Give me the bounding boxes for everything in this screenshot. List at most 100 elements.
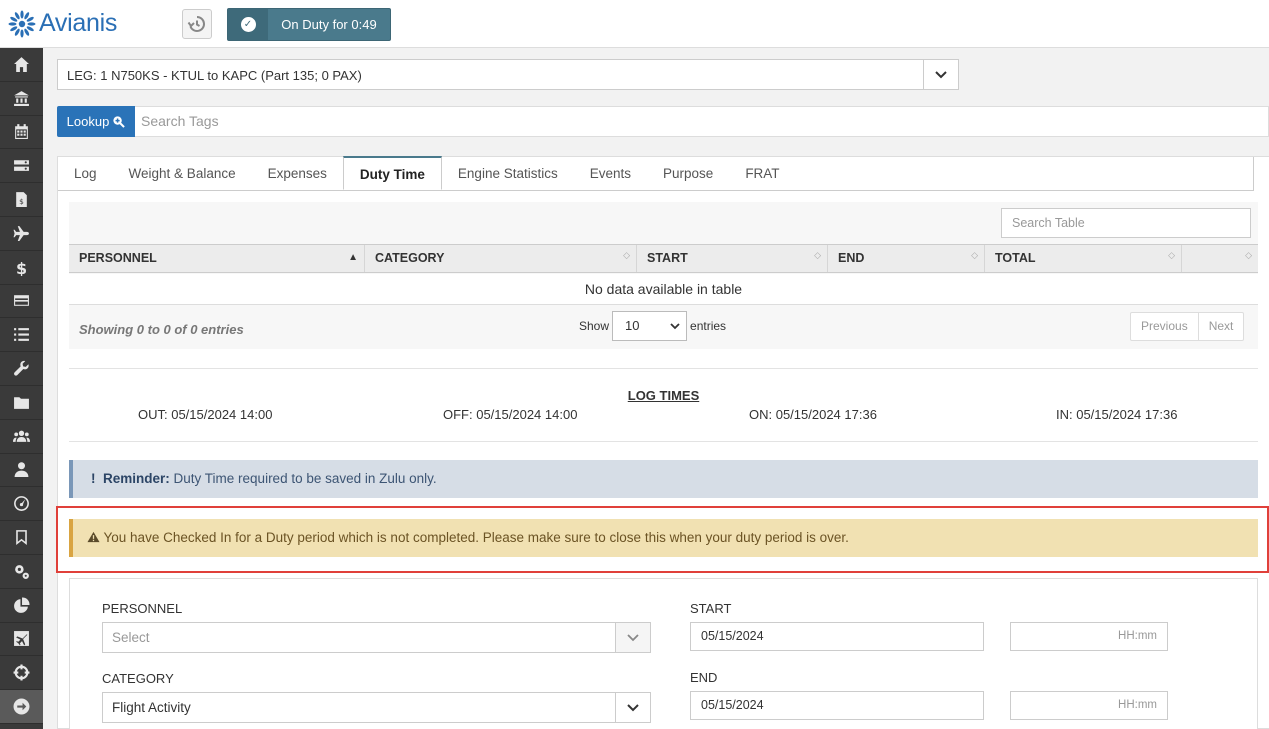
sidebar-item-bookmarks[interactable] bbox=[0, 521, 43, 555]
on-duty-button[interactable]: ✓ On Duty for 0:49 bbox=[227, 8, 391, 41]
log-times-section: LOG TIMES OUT: 05/15/2024 14:00 OFF: 05/… bbox=[69, 368, 1258, 442]
log-time-on: ON: 05/15/2024 17:36 bbox=[749, 407, 877, 422]
sidebar-item-profile[interactable] bbox=[0, 454, 43, 488]
tab-engine-statistics[interactable]: Engine Statistics bbox=[442, 157, 574, 190]
column-total[interactable]: TOTAL ◇ bbox=[985, 245, 1182, 272]
column-category[interactable]: CATEGORY ◇ bbox=[365, 245, 637, 272]
personnel-select[interactable]: Select bbox=[102, 622, 651, 653]
home-icon bbox=[14, 56, 29, 72]
table-header: PERSONNEL ▲ CATEGORY ◇ START ◇ END ◇ TOTAL ◇ … bbox=[69, 244, 1258, 273]
tab-expenses[interactable]: Expenses bbox=[252, 157, 343, 190]
sidebar-item-reports[interactable] bbox=[0, 589, 43, 623]
sidebar-item-maintenance[interactable] bbox=[0, 352, 43, 386]
sidebar-item-server[interactable] bbox=[0, 149, 43, 184]
chevron-down-icon bbox=[670, 312, 680, 340]
sidebar-item-payments[interactable] bbox=[0, 285, 43, 319]
tab-duty-time[interactable]: Duty Time bbox=[342, 156, 442, 190]
column-personnel[interactable]: PERSONNEL ▲ bbox=[69, 245, 365, 272]
sort-asc-icon: ▲ bbox=[348, 252, 358, 263]
folder-icon bbox=[14, 397, 29, 409]
user-icon bbox=[14, 462, 29, 478]
sidebar: $ $ bbox=[0, 48, 43, 729]
tab-frat[interactable]: FRAT bbox=[729, 157, 795, 190]
leg-select-value: LEG: 1 N750KS - KTUL to KAPC (Part 135; … bbox=[67, 68, 362, 83]
reminder-label: Reminder: bbox=[103, 471, 170, 486]
page-length-select[interactable]: 10 bbox=[612, 311, 688, 341]
brand-name: Avianis bbox=[39, 9, 118, 37]
duty-incomplete-warning: You have Checked In for a Duty period wh… bbox=[69, 519, 1258, 557]
log-time-in: IN: 05/15/2024 17:36 bbox=[1056, 407, 1178, 422]
tab-events[interactable]: Events bbox=[574, 157, 647, 190]
history-button[interactable] bbox=[182, 9, 212, 39]
sunburst-logo-icon bbox=[8, 10, 36, 37]
tab-bar: Log Weight & Balance Expenses Duty Time … bbox=[58, 156, 1254, 191]
dashboard-icon bbox=[14, 496, 29, 512]
sidebar-item-dashboard[interactable] bbox=[0, 487, 43, 522]
log-time-off: OFF: 05/15/2024 14:00 bbox=[443, 407, 578, 422]
sidebar-item-billing[interactable]: $ bbox=[0, 251, 43, 285]
end-time-input[interactable]: HH:mm bbox=[1010, 691, 1168, 720]
column-actions[interactable]: ◇ bbox=[1182, 245, 1258, 272]
logo[interactable]: Avianis bbox=[8, 9, 117, 38]
sidebar-item-locate[interactable] bbox=[0, 656, 43, 691]
main-content: LEG: 1 N750KS - KTUL to KAPC (Part 135; … bbox=[43, 48, 1269, 729]
sidebar-item-documents[interactable] bbox=[0, 386, 43, 420]
sidebar-item-invoices[interactable]: $ bbox=[0, 183, 43, 217]
top-bar: Avianis ✓ On Duty for 0:49 bbox=[0, 0, 1269, 48]
sort-icon: ◇ bbox=[971, 250, 978, 260]
category-label: CATEGORY bbox=[102, 671, 174, 686]
column-end[interactable]: END ◇ bbox=[828, 245, 985, 272]
history-icon bbox=[187, 16, 206, 32]
warning-text: You have Checked In for a Duty period wh… bbox=[103, 530, 849, 545]
search-tags-input[interactable]: Search Tags bbox=[135, 106, 1269, 137]
credit-card-icon bbox=[14, 295, 29, 307]
sidebar-item-flights[interactable] bbox=[0, 217, 43, 251]
sidebar-item-lists[interactable] bbox=[0, 318, 43, 353]
table-empty-message: No data available in table bbox=[69, 274, 1258, 305]
previous-page-button[interactable]: Previous bbox=[1131, 313, 1198, 340]
sidebar-item-expand[interactable] bbox=[0, 690, 43, 724]
duty-time-table: Search Table PERSONNEL ▲ CATEGORY ◇ START ◇… bbox=[69, 202, 1258, 349]
start-label: START bbox=[690, 601, 732, 616]
pie-chart-icon bbox=[14, 597, 30, 613]
duty-status-label: On Duty for 0:49 bbox=[281, 17, 377, 32]
table-info: Showing 0 to 0 of 0 entries bbox=[79, 322, 244, 337]
search-table-input[interactable]: Search Table bbox=[1001, 208, 1251, 238]
check-circle-icon: ✓ bbox=[240, 17, 256, 32]
leg-select[interactable]: LEG: 1 N750KS - KTUL to KAPC (Part 135; … bbox=[57, 59, 959, 90]
end-label: END bbox=[690, 670, 718, 685]
svg-text:$: $ bbox=[16, 259, 27, 276]
tab-purpose[interactable]: Purpose bbox=[647, 157, 729, 190]
flight-log-panel: Log Weight & Balance Expenses Duty Time … bbox=[56, 156, 1269, 729]
category-select[interactable]: Flight Activity bbox=[102, 692, 651, 723]
sidebar-item-calendar[interactable] bbox=[0, 116, 43, 150]
server-icon bbox=[14, 160, 29, 172]
chevron-down-icon[interactable] bbox=[923, 60, 958, 89]
dollar-icon: $ bbox=[16, 259, 27, 276]
reminder-text: Duty Time required to be saved in Zulu o… bbox=[169, 471, 437, 486]
sidebar-item-home[interactable] bbox=[0, 48, 43, 82]
page-length-control: Show 10 entries bbox=[579, 311, 726, 341]
end-date-input[interactable]: 05/15/2024 bbox=[690, 691, 984, 720]
sidebar-item-settings[interactable] bbox=[0, 555, 43, 589]
sort-icon: ◇ bbox=[814, 250, 821, 260]
entries-label: entries bbox=[690, 319, 727, 333]
personnel-label: PERSONNEL bbox=[102, 601, 183, 616]
invoice-icon: $ bbox=[16, 192, 27, 208]
sidebar-item-crew[interactable] bbox=[0, 420, 43, 454]
next-page-button[interactable]: Next bbox=[1197, 313, 1244, 340]
chevron-down-icon bbox=[615, 623, 650, 652]
sidebar-item-bank[interactable] bbox=[0, 82, 43, 116]
sidebar-item-flight-board[interactable] bbox=[0, 623, 43, 657]
lookup-button[interactable]: Lookup bbox=[57, 106, 135, 137]
exclamation-icon: ! bbox=[91, 471, 96, 486]
cogs-icon bbox=[15, 564, 29, 579]
start-time-input[interactable]: HH:mm bbox=[1010, 622, 1168, 651]
arrow-right-icon bbox=[13, 698, 30, 715]
tab-weight-balance[interactable]: Weight & Balance bbox=[113, 157, 252, 190]
warning-triangle-icon bbox=[87, 531, 100, 543]
tab-log[interactable]: Log bbox=[58, 157, 113, 190]
start-date-input[interactable]: 05/15/2024 bbox=[690, 622, 984, 651]
sort-icon: ◇ bbox=[1168, 250, 1175, 260]
column-start[interactable]: START ◇ bbox=[637, 245, 828, 272]
